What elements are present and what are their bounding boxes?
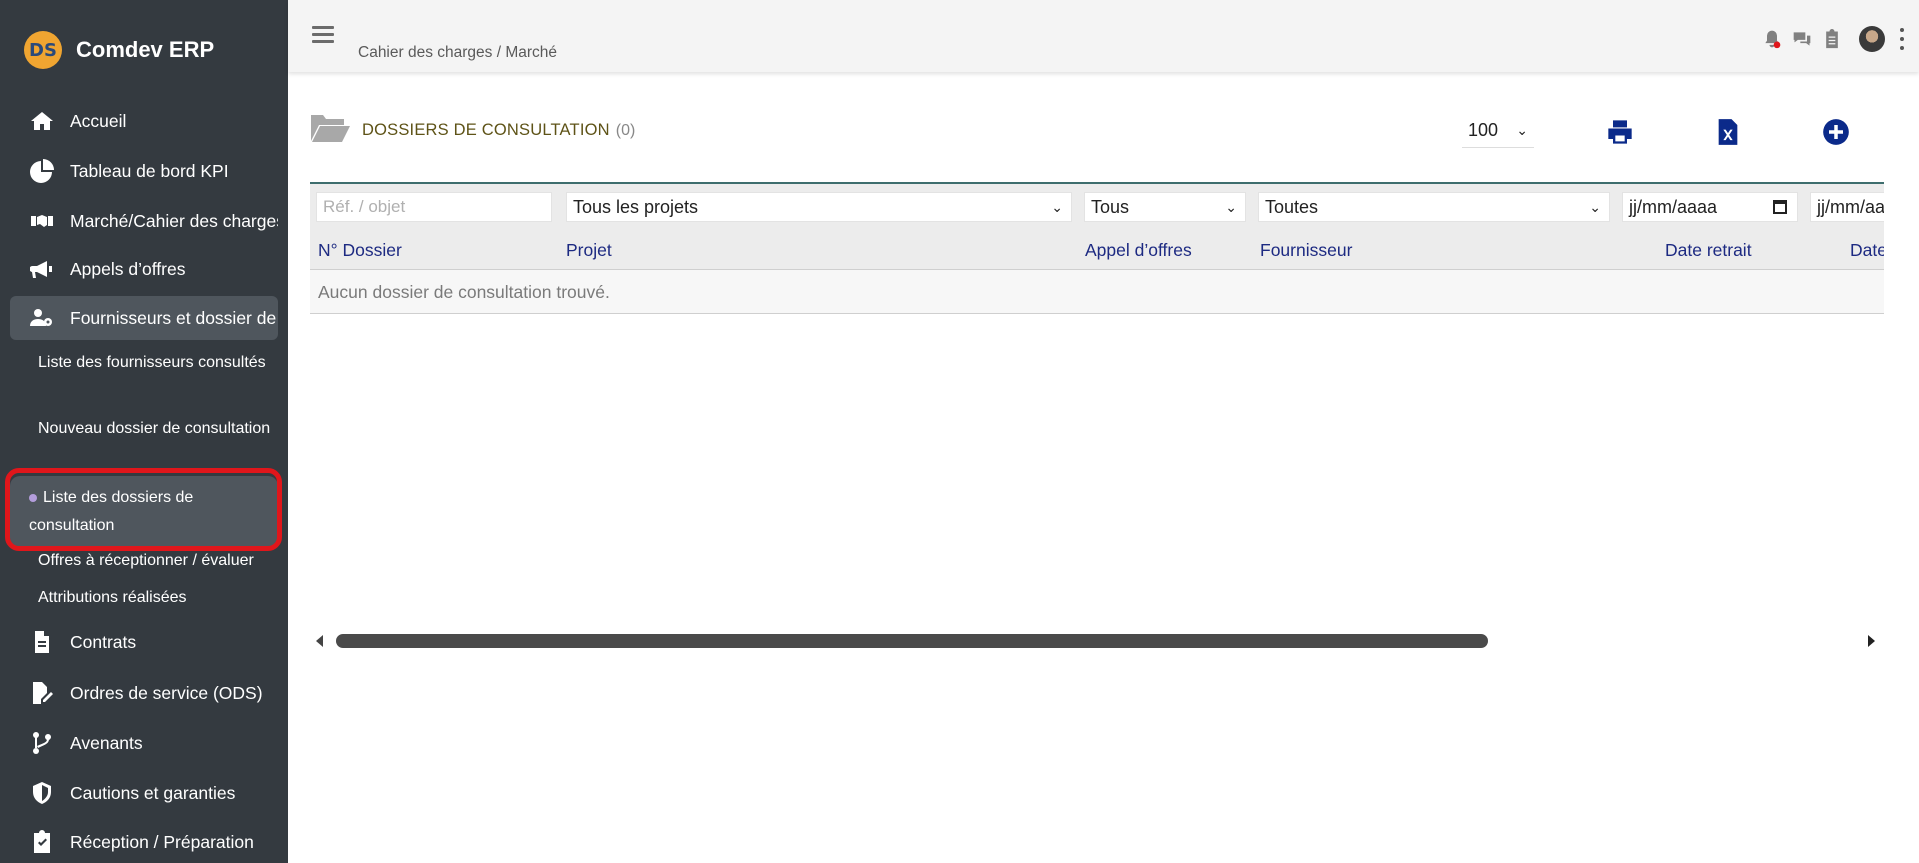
file-excel-icon bbox=[1718, 119, 1738, 145]
sidebar-item-label: Marché/Cahier des charges bbox=[70, 210, 278, 231]
sidebar-item-label: Tableau de bord KPI bbox=[70, 160, 229, 181]
projet-select-value: Tous les projets bbox=[573, 197, 699, 217]
projet-select[interactable]: Tous les projets ⌄ bbox=[566, 192, 1072, 222]
add-button[interactable] bbox=[1820, 116, 1852, 148]
sidebar-item-appels[interactable]: Appels d’offres bbox=[10, 247, 278, 291]
handshake-icon bbox=[28, 208, 56, 234]
clipboard-icon[interactable] bbox=[1821, 28, 1843, 50]
top-icons bbox=[1753, 26, 1905, 52]
breadcrumb[interactable]: Cahier des charges / Marché bbox=[358, 44, 557, 62]
scroll-left-icon[interactable] bbox=[316, 635, 323, 647]
sidebar-item-label: Ordres de service (ODS) bbox=[70, 682, 263, 703]
sidebar-item-marche[interactable]: Marché/Cahier des charges bbox=[10, 199, 278, 243]
date-retrait-value: jj/mm/aaaa bbox=[1629, 197, 1718, 217]
table-header: N° Dossier Projet Appel d’offres Fournis… bbox=[310, 228, 1884, 270]
folder-open-icon bbox=[310, 112, 350, 149]
per-page-select[interactable]: 100 ⌄ bbox=[1462, 116, 1534, 148]
plus-circle-icon bbox=[1823, 119, 1849, 145]
sidebar: DS Comdev ERP Accueil Tableau de bord KP… bbox=[0, 0, 288, 863]
sidebar-item-label: Contrats bbox=[70, 631, 137, 652]
date-input-2[interactable]: jj/mm/aaaa bbox=[1810, 192, 1884, 222]
col-numero-dossier[interactable]: N° Dossier bbox=[318, 240, 402, 261]
sub-item-liste-dossiers[interactable]: Liste des dossiers de consultation bbox=[10, 476, 278, 548]
users-cog-icon bbox=[28, 305, 56, 331]
app-root: DS Comdev ERP Accueil Tableau de bord KP… bbox=[0, 0, 1919, 863]
sub-item-label: Attributions réalisées bbox=[38, 589, 187, 606]
appel-select-value: Tous bbox=[1091, 197, 1130, 217]
scroll-right-icon[interactable] bbox=[1868, 635, 1875, 647]
sidebar-item-contrats[interactable]: Contrats bbox=[10, 620, 278, 664]
col-date[interactable]: Date bbox=[1850, 240, 1884, 261]
bell-icon[interactable] bbox=[1761, 28, 1783, 50]
code-branch-icon bbox=[28, 730, 56, 756]
clipboard-check-icon bbox=[28, 829, 56, 855]
sidebar-item-kpi[interactable]: Tableau de bord KPI bbox=[10, 149, 278, 193]
chevron-down-icon: ⌄ bbox=[1225, 199, 1237, 215]
sub-item-attributions[interactable]: Attributions réalisées bbox=[28, 584, 278, 612]
sub-item-label: Nouveau dossier de consultation bbox=[38, 420, 271, 437]
date-value-2: jj/mm/aaaa bbox=[1817, 197, 1884, 217]
file-pdf-icon bbox=[28, 629, 56, 655]
page-title-row: DOSSIERS DE CONSULTATION (0) bbox=[310, 112, 635, 149]
page-title: DOSSIERS DE CONSULTATION bbox=[362, 121, 610, 139]
col-fournisseur[interactable]: Fournisseur bbox=[1260, 240, 1352, 261]
chevron-down-icon: ⌄ bbox=[1516, 122, 1528, 138]
chevron-down-icon: ⌄ bbox=[1051, 199, 1063, 215]
topbar: Cahier des charges / Marché bbox=[288, 0, 1919, 72]
brand[interactable]: DS Comdev ERP bbox=[0, 0, 288, 100]
shield-icon bbox=[28, 780, 56, 806]
sidebar-item-label: Fournisseurs et dossier de consultation bbox=[70, 307, 278, 328]
more-options-icon[interactable] bbox=[1899, 28, 1905, 50]
sub-item-nouveau-dossier[interactable]: Nouveau dossier de consultation bbox=[28, 415, 278, 443]
export-excel-button[interactable] bbox=[1712, 116, 1744, 148]
active-dot-icon bbox=[29, 493, 37, 502]
fournisseur-select-value: Toutes bbox=[1265, 197, 1319, 217]
bullhorn-icon bbox=[28, 256, 56, 282]
chat-icon[interactable] bbox=[1791, 28, 1813, 50]
sidebar-item-label: Cautions et garanties bbox=[70, 782, 236, 803]
appel-select[interactable]: Tous ⌄ bbox=[1084, 192, 1246, 222]
sidebar-item-label: Réception / Préparation bbox=[70, 831, 254, 852]
sidebar-item-fournisseurs[interactable]: Fournisseurs et dossier de consultation bbox=[10, 296, 278, 340]
sub-item-offres[interactable]: Offres à réceptionner / évaluer bbox=[28, 547, 278, 575]
table-row: Aucun dossier de consultation trouvé. bbox=[310, 270, 1884, 314]
sub-item-liste-fournisseurs[interactable]: Liste des fournisseurs consultés bbox=[28, 349, 278, 377]
sidebar-item-cautions[interactable]: Cautions et garanties bbox=[10, 771, 278, 815]
home-icon bbox=[28, 108, 56, 134]
sidebar-item-reception[interactable]: Réception / Préparation bbox=[10, 820, 278, 863]
print-icon bbox=[1608, 120, 1632, 144]
filter-row: Réf. / objet Tous les projets ⌄ Tous ⌄ Tou… bbox=[310, 184, 1884, 228]
sidebar-item-label: Accueil bbox=[70, 110, 127, 131]
brand-name: Comdev ERP bbox=[76, 37, 215, 62]
calendar-icon[interactable] bbox=[1773, 200, 1787, 214]
chevron-down-icon: ⌄ bbox=[1589, 199, 1601, 215]
print-button[interactable] bbox=[1604, 116, 1636, 148]
col-appel-offres[interactable]: Appel d’offres bbox=[1085, 240, 1192, 261]
col-date-retrait[interactable]: Date retrait bbox=[1665, 240, 1752, 261]
file-signature-icon bbox=[28, 680, 56, 706]
sidebar-item-label: Avenants bbox=[70, 732, 143, 753]
sidebar-item-label: Appels d’offres bbox=[70, 258, 186, 279]
date-retrait-input[interactable]: jj/mm/aaaa bbox=[1622, 192, 1798, 222]
scrollbar-thumb[interactable] bbox=[336, 634, 1488, 648]
avatar[interactable] bbox=[1859, 26, 1885, 52]
sidebar-item-accueil[interactable]: Accueil bbox=[10, 99, 278, 143]
hamburger-menu-icon[interactable] bbox=[312, 26, 334, 44]
chart-pie-icon bbox=[28, 158, 56, 184]
col-projet[interactable]: Projet bbox=[566, 240, 612, 261]
sub-item-label: Liste des dossiers de consultation bbox=[29, 489, 194, 534]
empty-message: Aucun dossier de consultation trouvé. bbox=[318, 282, 610, 302]
sub-item-label: Offres à réceptionner / évaluer bbox=[38, 552, 254, 569]
sidebar-item-avenants[interactable]: Avenants bbox=[10, 721, 278, 765]
fournisseur-select[interactable]: Toutes ⌄ bbox=[1258, 192, 1610, 222]
sidebar-item-ods[interactable]: Ordres de service (ODS) bbox=[10, 671, 278, 715]
sub-item-label: Liste des fournisseurs consultés bbox=[38, 354, 266, 371]
per-page-value: 100 bbox=[1468, 120, 1499, 140]
ref-objet-input[interactable]: Réf. / objet bbox=[316, 192, 552, 222]
page-count: (0) bbox=[615, 121, 636, 139]
brand-logo: DS bbox=[24, 31, 62, 69]
dossiers-table: Réf. / objet Tous les projets ⌄ Tous ⌄ Tou… bbox=[310, 182, 1884, 314]
